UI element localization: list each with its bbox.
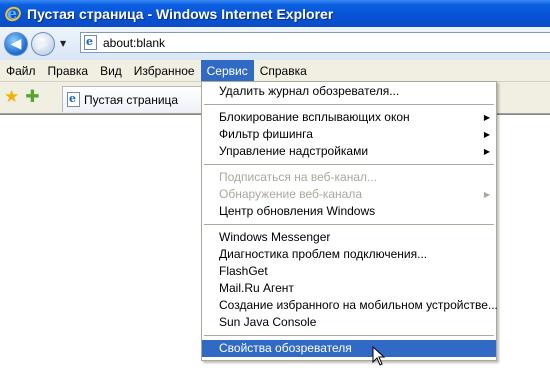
menu-separator xyxy=(204,104,494,105)
menu-item-label: Создание избранного на мобильном устройс… xyxy=(219,298,498,312)
menu-item-label: Блокирование всплывающих окон xyxy=(219,110,410,124)
menu-help[interactable]: Справка xyxy=(254,60,313,82)
menu-item-diagnose-connection[interactable]: Диагностика проблем подключения... xyxy=(202,246,496,263)
menu-item-label: Удалить журнал обозревателя... xyxy=(219,84,400,98)
menu-bar: Файл Правка Вид Избранное Сервис Справка xyxy=(0,59,550,82)
menu-item-label: Подписаться на веб-канал... xyxy=(219,170,378,184)
menu-separator xyxy=(204,164,494,165)
back-button[interactable]: ◀ xyxy=(4,31,28,56)
menu-item-label: Фильтр фишинга xyxy=(219,127,313,141)
menu-item-internet-options[interactable]: Свойства обозревателя xyxy=(202,340,496,357)
menu-item-manage-addons[interactable]: Управление надстройками ▶ xyxy=(202,143,496,160)
menu-file[interactable]: Файл xyxy=(0,60,42,82)
menu-item-label: Mail.Ru Агент xyxy=(219,281,294,295)
submenu-arrow-icon: ▶ xyxy=(483,190,490,199)
arrow-left-icon: ◀ xyxy=(10,35,22,52)
menu-edit[interactable]: Правка xyxy=(42,60,95,82)
menu-item-windows-messenger[interactable]: Windows Messenger xyxy=(202,229,496,246)
submenu-arrow-icon: ▶ xyxy=(483,147,490,156)
menu-item-delete-history[interactable]: Удалить журнал обозревателя... xyxy=(202,83,496,100)
menu-item-label: Управление надстройками xyxy=(219,144,369,158)
menu-item-windows-update[interactable]: Центр обновления Windows xyxy=(202,203,496,220)
menu-view[interactable]: Вид xyxy=(94,60,128,82)
title-bar[interactable]: e Пустая страница - Windows Internet Exp… xyxy=(0,0,550,27)
menu-item-label: Диагностика проблем подключения... xyxy=(219,247,428,261)
menu-item-feed-discovery: Обнаружение веб-канала ▶ xyxy=(202,186,496,203)
tab-blank-page[interactable]: e Пустая страница xyxy=(62,86,202,112)
submenu-arrow-icon: ▶ xyxy=(483,113,490,122)
menu-separator xyxy=(204,224,494,225)
menu-favorites[interactable]: Избранное xyxy=(128,60,201,82)
address-field[interactable]: e about:blank xyxy=(80,32,550,53)
menu-item-subscribe-feed: Подписаться на веб-канал... xyxy=(202,169,496,186)
menu-item-popup-blocker[interactable]: Блокирование всплывающих окон ▶ xyxy=(202,109,496,126)
menu-item-label: Обнаружение веб-канала xyxy=(219,187,363,201)
menu-item-label: Windows Messenger xyxy=(219,230,331,244)
menu-item-label: Sun Java Console xyxy=(219,315,317,329)
favorites-star-icon[interactable]: ★ xyxy=(4,89,19,106)
tab-label: Пустая страница xyxy=(84,92,179,107)
menu-item-mobile-favorites[interactable]: Создание избранного на мобильном устройс… xyxy=(202,297,498,314)
menu-item-phishing-filter[interactable]: Фильтр фишинга ▶ xyxy=(202,126,496,143)
window-title: Пустая страница - Windows Internet Explo… xyxy=(27,5,334,22)
mouse-cursor-icon xyxy=(372,346,386,366)
menu-item-flashget[interactable]: FlashGet xyxy=(202,263,496,280)
menu-tools[interactable]: Сервис xyxy=(200,59,254,82)
page-icon: e xyxy=(84,35,97,50)
add-favorites-icon[interactable]: ✚ xyxy=(25,89,39,106)
tools-menu: Удалить журнал обозревателя... Блокирова… xyxy=(201,81,498,361)
menu-item-label: Центр обновления Windows xyxy=(219,204,376,218)
forward-button[interactable]: ▶ xyxy=(31,31,55,56)
internet-explorer-icon: e xyxy=(2,4,24,24)
arrow-right-icon: ▶ xyxy=(37,35,49,52)
tab-page-icon: e xyxy=(67,92,80,107)
menu-item-label: Свойства обозревателя xyxy=(219,341,352,355)
address-text: about:blank xyxy=(103,35,166,50)
menu-item-label: FlashGet xyxy=(219,264,268,278)
history-dropdown-button[interactable]: ▼ xyxy=(60,39,66,48)
menu-item-sun-java-console[interactable]: Sun Java Console xyxy=(202,314,496,331)
menu-separator xyxy=(204,335,494,336)
navigation-bar: ◀ ▶ ▼ e about:blank xyxy=(0,27,550,60)
menu-item-mailru-agent[interactable]: Mail.Ru Агент xyxy=(202,280,496,297)
submenu-arrow-icon: ▶ xyxy=(483,130,490,139)
